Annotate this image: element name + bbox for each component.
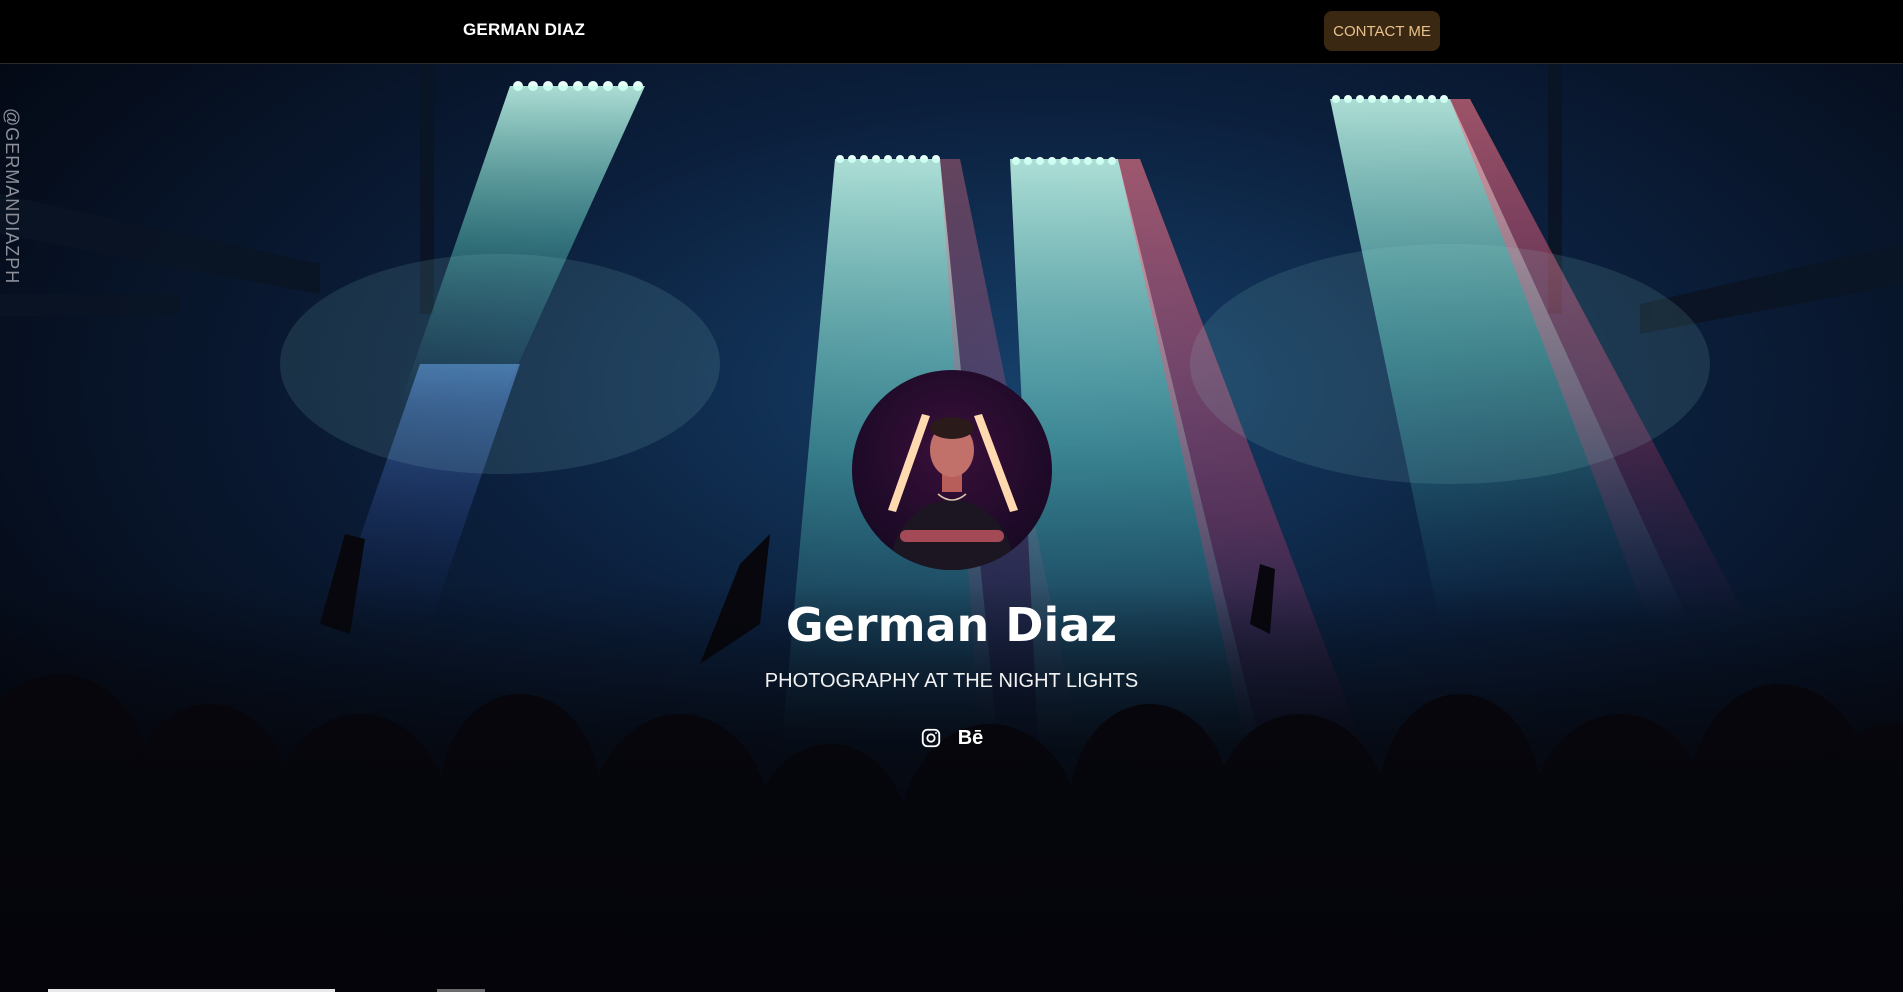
brand-logo-link[interactable]: GERMAN DIAZ <box>463 20 585 40</box>
top-navigation-bar: GERMAN DIAZ CONTACT ME <box>0 0 1903 64</box>
behance-icon: Bē <box>957 726 984 749</box>
profile-avatar <box>852 370 1052 570</box>
side-social-handle[interactable]: @GERMANDIAZPH <box>1 108 22 298</box>
social-links: Bē <box>0 724 1903 752</box>
profile-name: German Diaz <box>785 598 1118 652</box>
page: GERMAN DIAZ CONTACT ME @GERMANDIAZPH Ger… <box>0 0 1903 992</box>
contact-me-button[interactable]: CONTACT ME <box>1324 11 1440 51</box>
instagram-link[interactable] <box>920 724 942 752</box>
profile-tagline: PHOTOGRAPHY AT THE NIGHT LIGHTS <box>764 670 1139 692</box>
behance-link[interactable]: Bē <box>958 724 984 752</box>
instagram-icon <box>921 728 940 748</box>
